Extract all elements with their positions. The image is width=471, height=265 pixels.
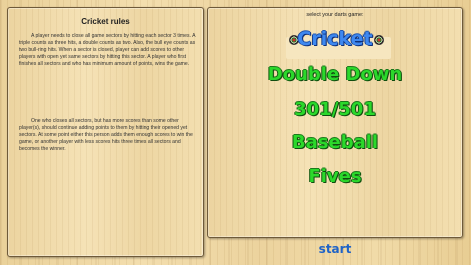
rules-paragraph: A player needs to close all game sectors… [19, 33, 196, 68]
menu-header: select your darts game: [306, 12, 364, 18]
rules-title: Cricket rules [81, 17, 130, 26]
start-button[interactable]: start [207, 242, 463, 256]
rules-panel: Cricket rules A player needs to close al… [7, 7, 204, 257]
game-option-cricket[interactable]: Cricket [207, 28, 463, 50]
rules-paragraph: One who closes all sectors, but has more… [19, 118, 193, 153]
game-option-double-down[interactable]: Double Down [207, 64, 463, 85]
game-option-301-501[interactable]: 301/501 [207, 99, 463, 120]
game-option-baseball[interactable]: Baseball [207, 132, 463, 153]
game-option-fives[interactable]: Fives [207, 166, 463, 187]
